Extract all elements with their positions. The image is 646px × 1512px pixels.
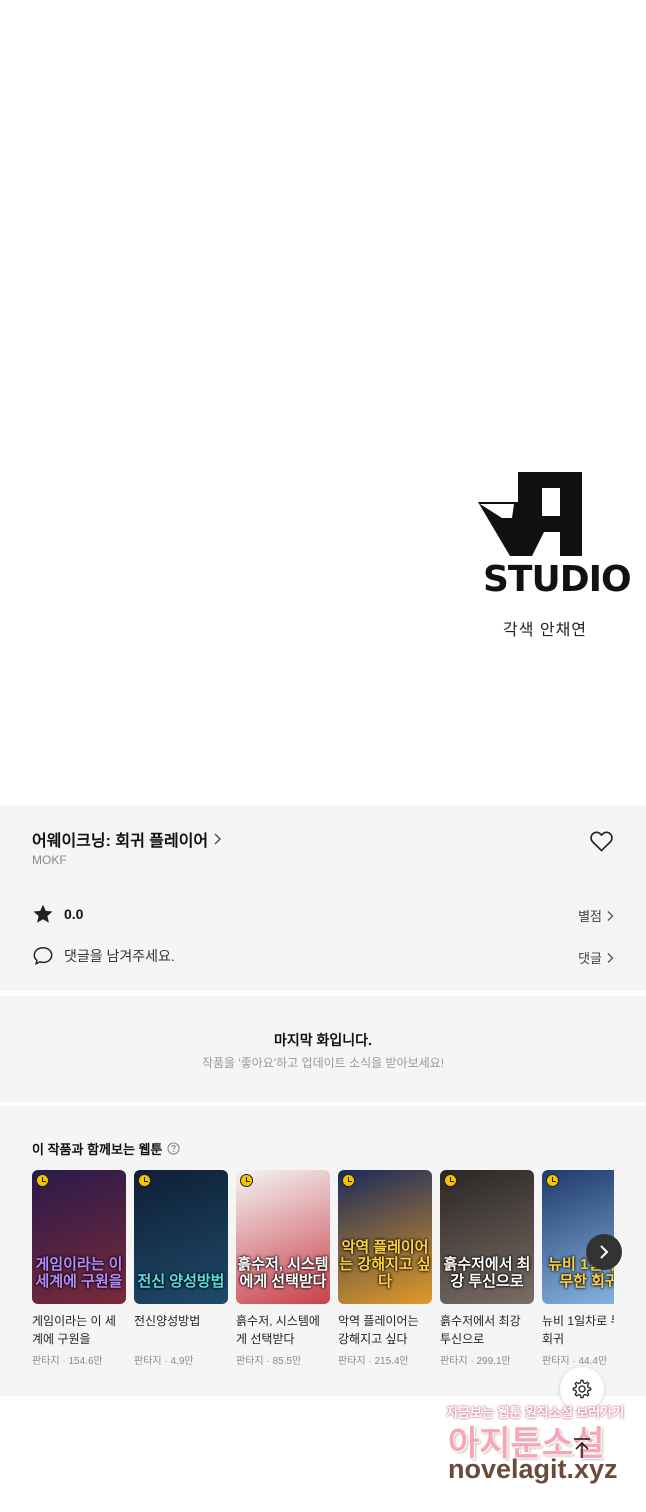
- cover-title-text: 악역 플레이어는 강해지고 싶다: [339, 1239, 431, 1290]
- chevron-right-icon: [600, 1245, 609, 1259]
- meta-separator: ·: [59, 1356, 69, 1367]
- card-genre: 판타지: [338, 1356, 366, 1367]
- comment-link[interactable]: 댓글: [578, 948, 614, 967]
- cover-title-text: 흙수저에서 최강 투신으로: [443, 1256, 531, 1290]
- card-meta: 판타지 · 215.4만: [338, 1352, 432, 1367]
- card-genre: 판타지: [236, 1356, 264, 1367]
- recommendation-card[interactable]: 악역 플레이어는 강해지고 싶다 악역 플레이어는 강해지고 싶다 판타지 · 21…: [338, 1170, 432, 1367]
- cover-title-text: 게임이라는 이 세계에 구원을: [35, 1256, 123, 1290]
- comment-row[interactable]: 댓글을 남겨주세요.: [32, 945, 175, 967]
- recommendation-card[interactable]: 게임이라는 이 세계에 구원을 게임이라는 이 세계에 구원을 판타지 · 154.…: [32, 1170, 126, 1367]
- arrow-up-icon: [574, 1438, 590, 1458]
- card-genre: 판타지: [32, 1356, 60, 1367]
- scroll-top-button[interactable]: [560, 1426, 604, 1470]
- studio-name: STUDIO: [483, 559, 632, 600]
- recommendation-card[interactable]: 흙수저, 시스템에게 선택받다 흙수저, 시스템에게 선택받다 판타지 · 85.5…: [236, 1170, 330, 1367]
- card-meta: 판타지 · 299.1만: [440, 1352, 534, 1367]
- recommendation-card[interactable]: 전신 양성방법전신양성방법판타지 · 4.9만: [134, 1170, 228, 1367]
- rating-row: 0.0: [32, 903, 83, 925]
- comment-link-label: 댓글: [578, 951, 602, 966]
- card-views: 85.5만: [272, 1356, 302, 1367]
- card-views: 4.9만: [170, 1356, 194, 1367]
- card-meta: 판타지 · 85.5만: [236, 1352, 330, 1367]
- card-title: 뉴비 1일차로 무한 회귀: [542, 1314, 614, 1346]
- meta-separator: ·: [569, 1356, 579, 1367]
- card-views: 44.4만: [578, 1356, 608, 1367]
- last-episode-title: 마지막 화입니다.: [274, 1032, 372, 1048]
- like-heart-icon[interactable]: [589, 830, 614, 853]
- card-views: 215.4만: [374, 1356, 409, 1367]
- clock-badge-icon: [240, 1174, 253, 1187]
- meta-separator: ·: [365, 1356, 375, 1367]
- card-meta: 판타지 · 4.9만: [134, 1352, 228, 1367]
- chevron-right-icon: [607, 910, 614, 921]
- card-title: 게임이라는 이 세계에 구원을: [32, 1314, 116, 1346]
- help-icon[interactable]: [167, 1142, 180, 1155]
- gear-icon: [572, 1379, 592, 1399]
- cover-thumbnail[interactable]: 악역 플레이어는 강해지고 싶다: [338, 1170, 432, 1304]
- studio-logo-icon: [478, 472, 582, 556]
- star-icon: [33, 904, 53, 923]
- card-views: 154.6만: [68, 1356, 103, 1367]
- next-arrow-button[interactable]: [586, 1234, 622, 1270]
- card-genre: 판타지: [440, 1356, 468, 1367]
- card-meta: 판타지 · 154.6만: [32, 1352, 126, 1367]
- card-title: 악역 플레이어는 강해지고 싶다: [338, 1314, 419, 1346]
- card-views: 299.1만: [476, 1356, 511, 1367]
- card-title: 흙수저에서 최강 투신으로: [440, 1314, 521, 1346]
- recommendation-panel: 이 작품과 함께보는 웹툰 게임이라는 이 세계에 구원을 게임이라는 이 세계에…: [0, 1106, 646, 1396]
- card-meta: 판타지 · 44.4만: [542, 1352, 614, 1367]
- series-author: MOKF: [32, 853, 67, 867]
- series-info-panel: 어웨이크닝: 회귀 플레이어 MOKF 0.0 별점 댓글을 남겨주세요. 댓글: [0, 805, 646, 991]
- meta-separator: ·: [467, 1356, 477, 1367]
- meta-separator: ·: [263, 1356, 273, 1367]
- clock-badge-icon: [36, 1174, 49, 1187]
- card-title: 흙수저, 시스템에게 선택받다: [236, 1314, 320, 1346]
- card-genre: 판타지: [134, 1356, 162, 1367]
- comment-bubble-icon: [33, 947, 53, 966]
- recommendation-list: 게임이라는 이 세계에 구원을 게임이라는 이 세계에 구원을 판타지 · 154.…: [32, 1170, 614, 1380]
- recommendation-card[interactable]: 흙수저에서 최강 투신으로 흙수저에서 최강 투신으로 판타지 · 299.1만: [440, 1170, 534, 1367]
- cover-title-text: 흙수저, 시스템에게 선택받다: [237, 1256, 329, 1290]
- cover-thumbnail[interactable]: 게임이라는 이 세계에 구원을: [32, 1170, 126, 1304]
- series-title-link[interactable]: 어웨이크닝: 회귀 플레이어: [32, 827, 222, 851]
- cover-thumbnail[interactable]: 전신 양성방법: [134, 1170, 228, 1304]
- cover-thumbnail[interactable]: 흙수저에서 최강 투신으로: [440, 1170, 534, 1304]
- clock-badge-icon: [546, 1174, 559, 1187]
- meta-separator: ·: [161, 1356, 171, 1367]
- cover-title-text: 전신 양성방법: [137, 1273, 225, 1290]
- recommendation-heading-text: 이 작품과 함께보는 웹툰: [32, 1142, 163, 1157]
- chevron-right-icon: [607, 952, 614, 963]
- rating-link[interactable]: 별점: [578, 906, 614, 925]
- watermark: 지금보는 웹툰 원작소설 보러가기 아지툰소설 novelagit.xyz: [440, 1402, 640, 1498]
- card-title: 전신양성방법: [134, 1314, 201, 1328]
- chevron-right-icon: [214, 833, 222, 845]
- adaptation-credit: 각색 안채연: [502, 622, 588, 639]
- last-episode-panel: 마지막 화입니다. 작품을 '좋아요'하고 업데이트 소식을 받아보세요!: [0, 996, 646, 1102]
- clock-badge-icon: [138, 1174, 151, 1187]
- last-episode-subtitle: 작품을 '좋아요'하고 업데이트 소식을 받아보세요!: [201, 1056, 445, 1070]
- rating-link-label: 별점: [578, 909, 602, 924]
- recommendation-heading: 이 작품과 함께보는 웹툰: [32, 1139, 180, 1158]
- clock-badge-icon: [342, 1174, 355, 1187]
- clock-badge-icon: [444, 1174, 457, 1187]
- series-title: 어웨이크닝: 회귀 플레이어: [32, 833, 209, 850]
- cover-thumbnail[interactable]: 흙수저, 시스템에게 선택받다: [236, 1170, 330, 1304]
- card-genre: 판타지: [542, 1356, 570, 1367]
- rating-value: 0.0: [64, 906, 84, 922]
- comment-placeholder: 댓글을 남겨주세요.: [64, 948, 175, 964]
